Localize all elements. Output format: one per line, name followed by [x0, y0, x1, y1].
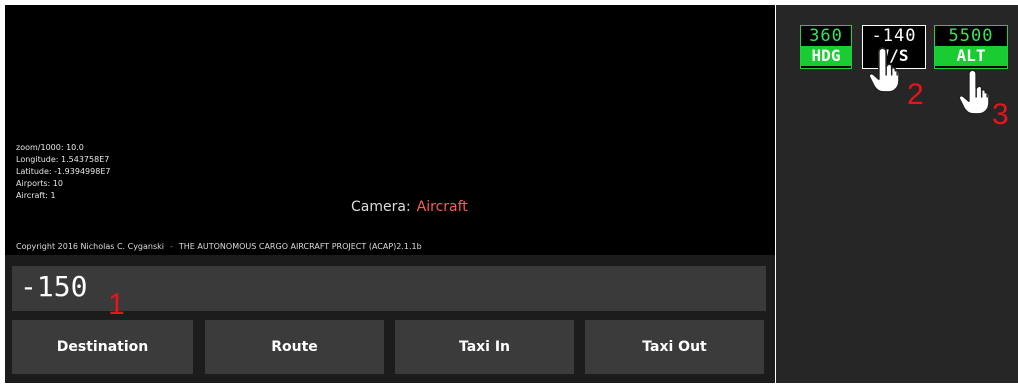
heading-value: 360	[801, 26, 851, 46]
camera-label: Camera:	[351, 199, 411, 215]
heading-label: HDG	[801, 46, 851, 66]
zoom-readout: zoom/1000: 10.0	[16, 143, 84, 152]
entry-value: -150	[20, 270, 88, 303]
app-window: zoom/1000: 10.0 Longitude: 1.543758E7 La…	[0, 0, 1018, 388]
pointing-hand-icon	[868, 47, 900, 93]
camera-value: Aircraft	[416, 199, 468, 215]
route-button[interactable]: Route	[205, 320, 384, 374]
longitude-readout: Longitude: 1.543758E7	[16, 155, 110, 164]
altitude-label: ALT	[935, 46, 1007, 66]
taxi-in-button[interactable]: Taxi In	[395, 320, 574, 374]
copyright-text: Copyright 2016 Nicholas C. Cyganski	[16, 242, 165, 251]
value-entry-field[interactable]: -150	[12, 266, 766, 311]
altitude-value: 5500	[935, 26, 1007, 46]
taxi-out-button[interactable]: Taxi Out	[585, 320, 764, 374]
step-marker-2: 2	[907, 78, 924, 111]
map-view[interactable]: zoom/1000: 10.0 Longitude: 1.543758E7 La…	[5, 5, 775, 255]
airports-readout: Airports: 10	[16, 179, 63, 188]
step-marker-1: 1	[108, 288, 125, 321]
map-info: zoom/1000: 10.0 Longitude: 1.543758E7 La…	[16, 142, 110, 202]
vertical-speed-value: -140	[871, 26, 917, 46]
project-title: THE AUTONOMOUS CARGO AIRCRAFT PROJECT (A…	[178, 242, 422, 251]
copyright-line: Copyright 2016 Nicholas C. Cyganski - THE …	[16, 242, 422, 251]
altitude-selector[interactable]: 5500 ALT	[934, 25, 1008, 69]
copyright-separator: -	[170, 242, 173, 251]
latitude-readout: Latitude: -1.9394998E7	[16, 167, 111, 176]
step-marker-3: 3	[992, 98, 1009, 131]
camera-indicator[interactable]: Camera: Aircraft	[351, 199, 468, 215]
destination-button[interactable]: Destination	[12, 320, 193, 374]
heading-selector[interactable]: 360 HDG	[800, 25, 852, 69]
aircraft-readout: Aircraft: 1	[16, 191, 56, 200]
